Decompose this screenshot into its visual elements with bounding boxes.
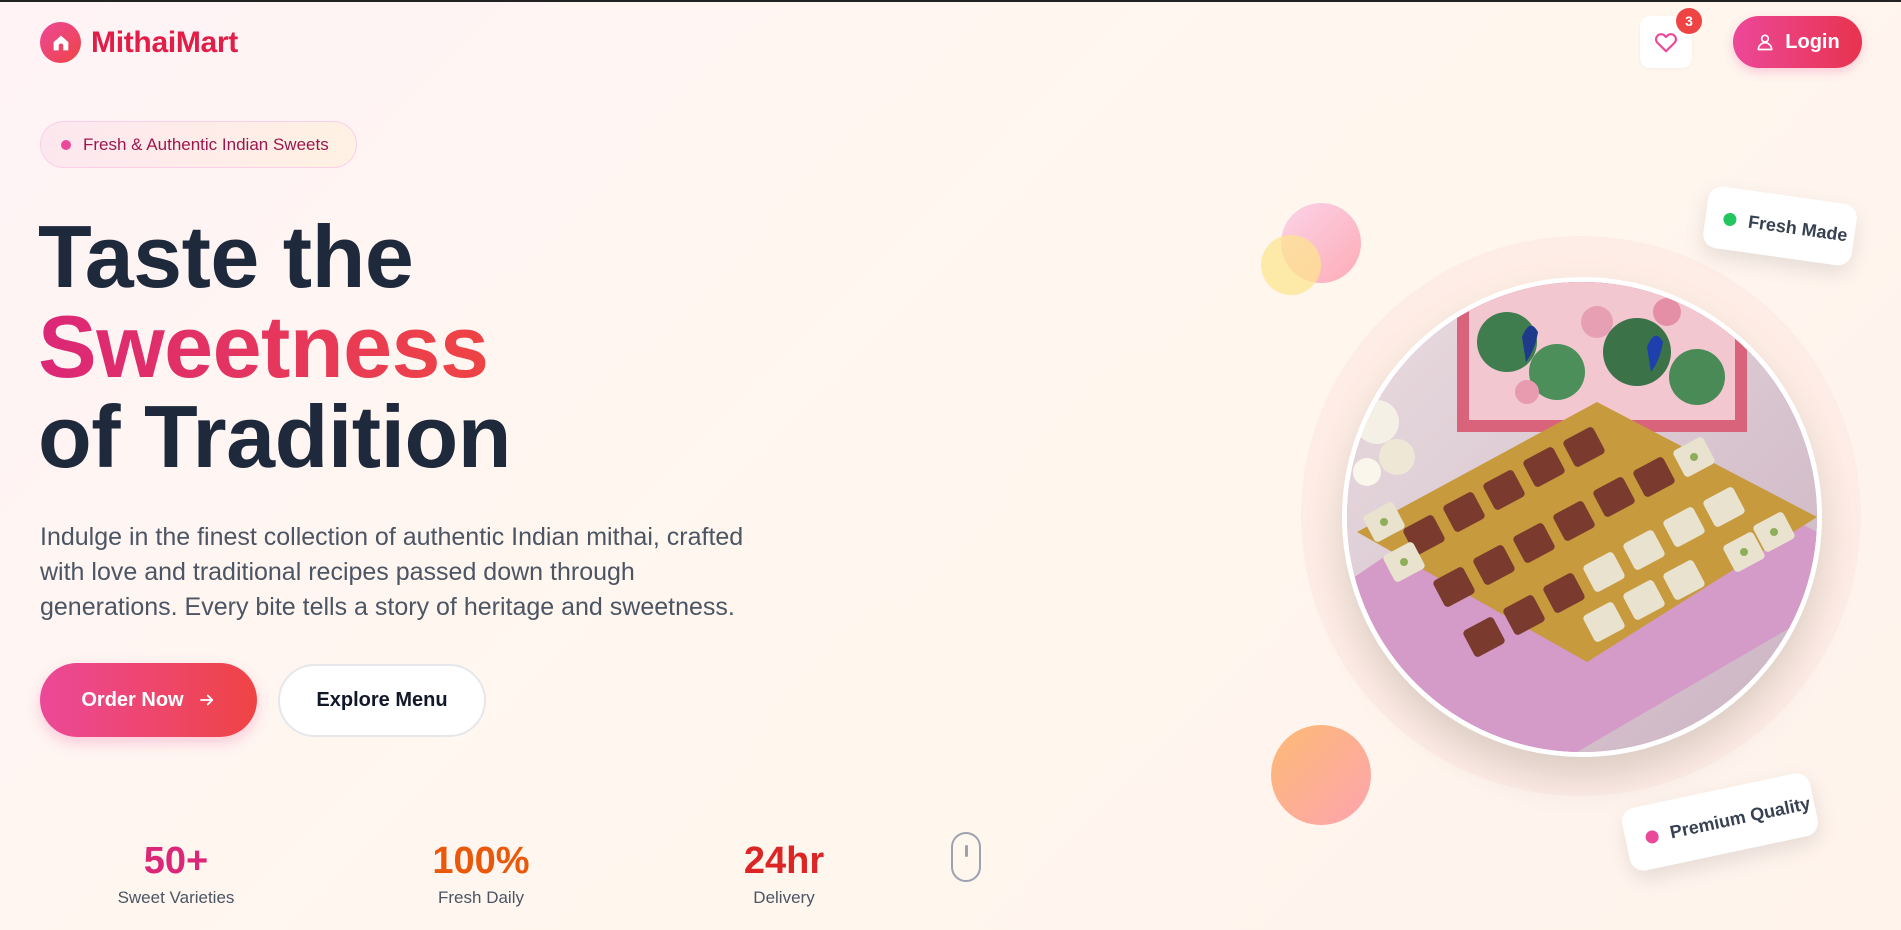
stat-label: Sweet Varieties: [117, 888, 235, 907]
stat-value: 100%: [432, 840, 530, 882]
window-top-border: [0, 0, 1901, 2]
hero-headline: Taste the Sweetness of Tradition: [38, 207, 512, 486]
stat-label: Delivery: [753, 888, 815, 907]
hero-badge: Fresh & Authentic Indian Sweets: [40, 121, 357, 168]
decor-bubble-yellow: [1261, 235, 1321, 295]
explore-menu-button[interactable]: Explore Menu: [278, 664, 486, 737]
fresh-dot: [1722, 211, 1738, 227]
heart-icon: [1655, 33, 1677, 53]
mouse-scroll-icon[interactable]: [951, 832, 981, 882]
order-now-button[interactable]: Order Now: [40, 663, 257, 737]
user-icon: [1757, 34, 1773, 51]
headline-line-1: Taste the: [38, 207, 414, 306]
mithai-box-image: [1342, 277, 1822, 757]
decor-bubble-orange: [1271, 725, 1371, 825]
home-icon: [40, 22, 81, 63]
stat-delivery: 24hr Delivery: [674, 838, 894, 908]
login-button[interactable]: Login: [1733, 16, 1862, 68]
headline-line-3: of Tradition: [38, 387, 512, 486]
stat-value: 50+: [143, 840, 209, 882]
premium-dot: [1644, 828, 1660, 845]
arrow-right-icon: [199, 694, 213, 706]
stat-varieties: 50+ Sweet Varieties: [66, 838, 286, 908]
brand-logo[interactable]: MithaiMart: [40, 22, 238, 63]
login-label: Login: [1785, 30, 1840, 53]
hero-badge-text: Fresh & Authentic Indian Sweets: [83, 134, 329, 154]
stat-label: Fresh Daily: [438, 888, 524, 907]
stat-fresh: 100% Fresh Daily: [371, 838, 591, 908]
headline-accent: Sweetness: [38, 297, 489, 396]
fresh-made-label: Fresh Made: [1746, 211, 1849, 245]
hero-description: Indulge in the finest collection of auth…: [40, 523, 744, 621]
brand-name: MithaiMart: [91, 25, 239, 59]
badge-dot: [61, 139, 71, 150]
premium-quality-label: Premium Quality: [1667, 792, 1813, 842]
order-now-label: Order Now: [81, 688, 184, 711]
stat-value: 24hr: [743, 840, 825, 882]
fresh-made-card: Fresh Made: [1701, 184, 1859, 268]
wishlist-count-badge: 3: [1676, 8, 1702, 34]
